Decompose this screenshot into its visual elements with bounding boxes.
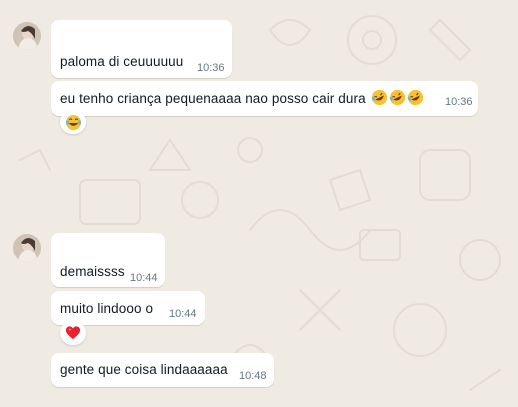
sender-avatar[interactable] xyxy=(13,22,41,50)
message-time: 10:36 xyxy=(197,62,225,74)
message-bubble[interactable]: paloma di ceuuuuuu 10:36 xyxy=(51,20,232,78)
message-reaction[interactable] xyxy=(60,110,86,134)
rolling-laughing-icon xyxy=(370,89,388,106)
message-bubble[interactable]: demaissss 10:44 xyxy=(51,233,165,287)
message-text: gente que coisa lindaaaaaa xyxy=(60,362,228,377)
rolling-laughing-icon xyxy=(406,89,424,106)
message-reaction[interactable] xyxy=(60,321,86,345)
message-time: 10:36 xyxy=(445,96,473,108)
message-text: muito lindooo o xyxy=(60,301,154,316)
sender-avatar[interactable] xyxy=(13,234,41,262)
message-time: 10:44 xyxy=(169,308,197,320)
rolling-laughing-icon xyxy=(388,89,406,106)
message-text: eu tenho criança pequenaaaa nao posso ca… xyxy=(60,89,424,106)
message-bubble[interactable]: gente que coisa lindaaaaaa 10:48 xyxy=(51,353,274,387)
tears-of-joy-icon xyxy=(65,114,81,130)
message-time: 10:44 xyxy=(130,272,158,284)
profile-photo-icon xyxy=(13,234,41,262)
message-text: paloma di ceuuuuuu xyxy=(60,54,184,69)
message-bubble[interactable]: eu tenho criança pequenaaaa nao posso ca… xyxy=(51,81,478,116)
profile-photo-icon xyxy=(13,22,41,50)
message-time: 10:48 xyxy=(239,370,267,382)
message-text: demaissss xyxy=(60,264,125,279)
red-heart-icon xyxy=(65,326,81,340)
message-bubble[interactable]: muito lindooo o 10:44 xyxy=(51,291,205,325)
